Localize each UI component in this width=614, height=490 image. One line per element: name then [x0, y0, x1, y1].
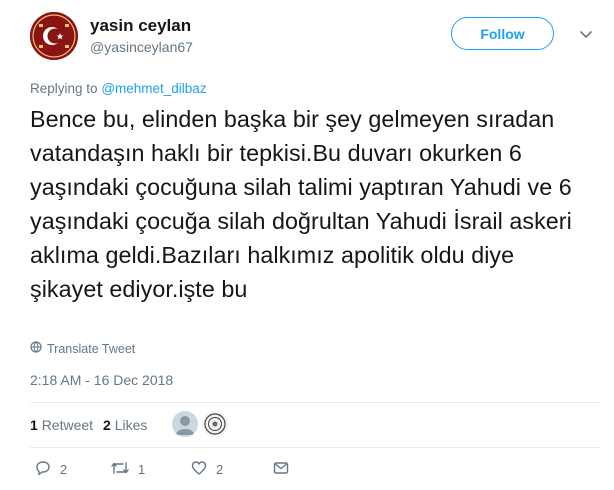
divider	[30, 447, 600, 448]
likes-stat-label: Likes	[114, 417, 148, 433]
liker-avatar-default[interactable]	[172, 411, 198, 437]
retweet-stat[interactable]: 1 Retweet	[30, 417, 93, 433]
retweet-stat-count: 1	[30, 417, 38, 433]
tweet-text: Bence bu, elinden başka bir şey gelmeyen…	[30, 106, 572, 302]
avatar-emblem-icon	[30, 12, 78, 60]
replying-prefix: Replying to	[30, 81, 98, 96]
translate-tweet[interactable]: Translate Tweet	[30, 341, 135, 356]
like-button[interactable]: 2	[190, 459, 223, 480]
tweet-timestamp[interactable]: 2:18 AM - 16 Dec 2018	[30, 372, 173, 388]
retweet-icon	[110, 459, 130, 480]
globe-icon	[30, 341, 42, 356]
avatar[interactable]	[30, 12, 78, 60]
likers-avatars	[172, 411, 228, 437]
tweet-stats: 1 Retweet 2 Likes	[30, 417, 147, 433]
likes-stat[interactable]: 2 Likes	[103, 417, 147, 433]
replying-to: Replying to @mehmet_dilbaz	[30, 81, 207, 96]
message-icon	[272, 459, 290, 480]
retweet-count: 1	[138, 462, 146, 477]
translate-label[interactable]: Translate Tweet	[47, 342, 135, 356]
follow-button[interactable]: Follow	[451, 17, 554, 50]
divider	[30, 402, 600, 403]
reply-icon	[34, 459, 52, 480]
reply-button[interactable]: 2	[34, 459, 67, 480]
tweet-header: yasin ceylan @yasinceylan67 Follow	[30, 12, 600, 68]
tweet-actions: 2 1 2	[30, 459, 330, 483]
heart-icon	[190, 459, 208, 480]
like-count: 2	[216, 462, 224, 477]
liker-avatar-emblem[interactable]	[202, 411, 228, 437]
retweet-stat-label: Retweet	[41, 417, 94, 433]
reply-mention-link[interactable]: @mehmet_dilbaz	[101, 81, 206, 96]
user-handle[interactable]: @yasinceylan67	[90, 39, 193, 55]
likes-stat-count: 2	[103, 417, 111, 433]
retweet-button[interactable]: 1	[110, 459, 145, 480]
reply-count: 2	[60, 462, 68, 477]
display-name[interactable]: yasin ceylan	[90, 16, 191, 36]
direct-message-button[interactable]	[272, 459, 290, 480]
chevron-down-icon[interactable]	[576, 24, 596, 44]
